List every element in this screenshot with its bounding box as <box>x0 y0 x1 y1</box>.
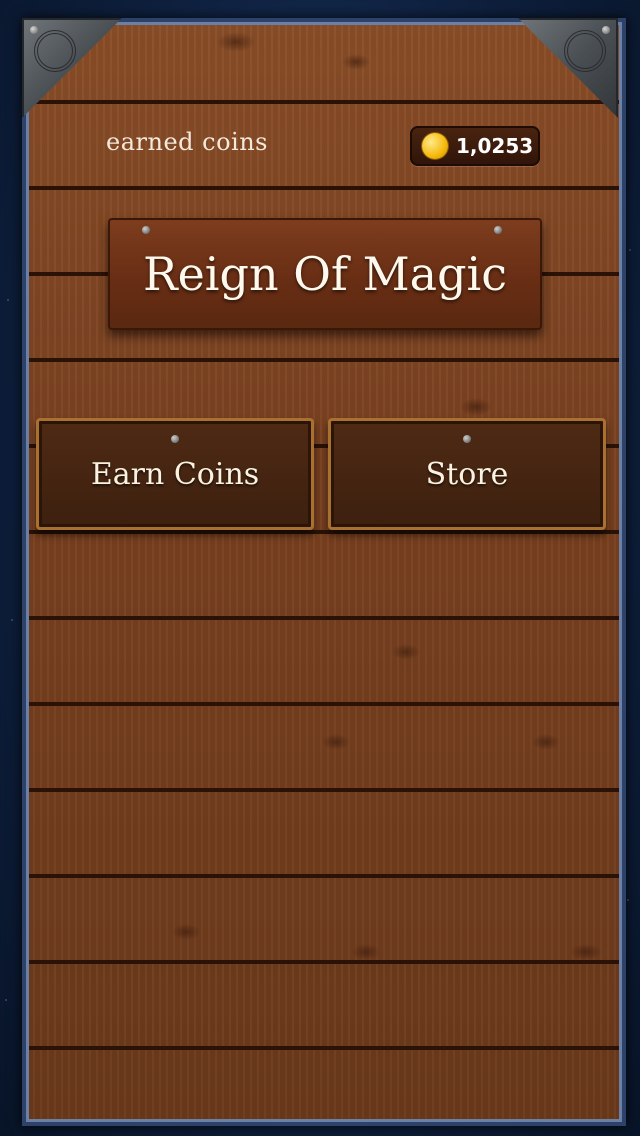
gold-coin-icon <box>422 133 448 159</box>
store-label: Store <box>425 456 509 492</box>
nail-icon <box>171 435 179 443</box>
title-sign: Reign Of Magic <box>108 218 542 330</box>
game-title: Reign Of Magic <box>142 247 508 301</box>
wood-panel <box>22 18 626 1126</box>
nail-icon <box>142 226 150 234</box>
coin-balance-badge: 1,0253 <box>410 126 540 166</box>
rivet-icon <box>602 26 610 34</box>
ornament-swirl-icon <box>564 30 606 72</box>
ornament-swirl-icon <box>34 30 76 72</box>
nail-icon <box>463 435 471 443</box>
earned-coins-label: earned coins <box>106 128 268 156</box>
nail-icon <box>494 226 502 234</box>
earn-coins-label: Earn Coins <box>90 456 260 492</box>
earn-coins-button[interactable]: Earn Coins <box>36 418 314 530</box>
rivet-icon <box>30 26 38 34</box>
coin-balance-value: 1,0253 <box>456 134 534 158</box>
store-button[interactable]: Store <box>328 418 606 530</box>
wood-grain <box>26 22 622 1122</box>
